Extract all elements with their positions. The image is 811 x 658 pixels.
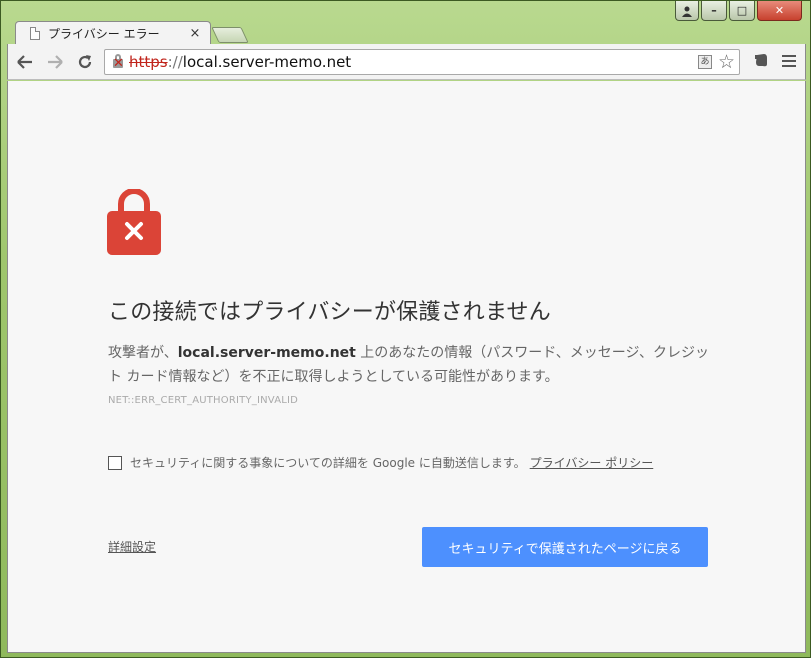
forward-button[interactable]	[42, 49, 68, 75]
description-host: local.server-memo.net	[177, 345, 356, 361]
back-button[interactable]	[12, 49, 38, 75]
bookmark-star-icon[interactable]: ☆	[718, 52, 735, 72]
privacy-policy-link[interactable]: プライバシー ポリシー	[530, 454, 654, 471]
browser-toolbar: ✕ https :// local.server-memo.net あ ☆	[7, 44, 806, 80]
insecure-lock-icon[interactable]: ✕	[111, 54, 125, 70]
url-host: local.server-memo.net	[182, 53, 352, 71]
tab-title: プライバシー エラー	[48, 27, 160, 41]
maximize-button[interactable]: □	[729, 1, 755, 21]
description-prefix: 攻撃者が、	[108, 345, 178, 361]
advanced-settings-link[interactable]: 詳細設定	[108, 538, 156, 555]
report-checkbox-label: セキュリティに関する事象についての詳細を Google に自動送信します。	[130, 456, 526, 470]
tab-close-icon[interactable]: ×	[188, 26, 202, 41]
url-scheme: https	[129, 53, 168, 71]
url-separator: ://	[167, 53, 183, 71]
chrome-menu-icon[interactable]	[780, 52, 798, 70]
tab-strip: プライバシー エラー ×	[7, 21, 407, 45]
report-option-row: セキュリティに関する事象についての詳細を Google に自動送信します。 プラ…	[108, 454, 728, 471]
forward-arrow-icon	[48, 54, 63, 69]
tab-privacy-error[interactable]: プライバシー エラー ×	[15, 21, 211, 45]
reload-icon	[78, 54, 92, 68]
close-window-button[interactable]: ✕	[757, 1, 802, 21]
broken-lock-icon	[107, 188, 161, 255]
page-icon	[30, 27, 40, 40]
browser-window: – □ ✕ プライバシー エラー × ✕ https :// local.ser…	[0, 0, 811, 658]
window-caption-buttons: – □ ✕	[675, 1, 802, 23]
page-title: この接続ではプライバシーが保護されません	[108, 300, 551, 325]
back-arrow-icon	[17, 54, 32, 69]
address-bar[interactable]: ✕ https :// local.server-memo.net あ ☆	[104, 49, 740, 75]
error-description: 攻撃者が、local.server-memo.net 上のあなたの情報（パスワー…	[108, 341, 712, 389]
reload-button[interactable]	[72, 49, 98, 75]
translate-icon[interactable]: あ	[697, 55, 712, 69]
minimize-button[interactable]: –	[701, 1, 727, 21]
user-profile-icon[interactable]	[675, 1, 699, 21]
error-code: NET::ERR_CERT_AUTHORITY_INVALID	[108, 395, 299, 406]
page-content: この接続ではプライバシーが保護されません 攻撃者が、local.server-m…	[7, 81, 806, 653]
evernote-extension-icon[interactable]	[752, 52, 770, 70]
new-tab-button[interactable]	[211, 27, 249, 43]
back-to-safety-button[interactable]: セキュリティで保護されたページに戻る	[422, 527, 708, 567]
report-checkbox[interactable]	[108, 455, 122, 470]
